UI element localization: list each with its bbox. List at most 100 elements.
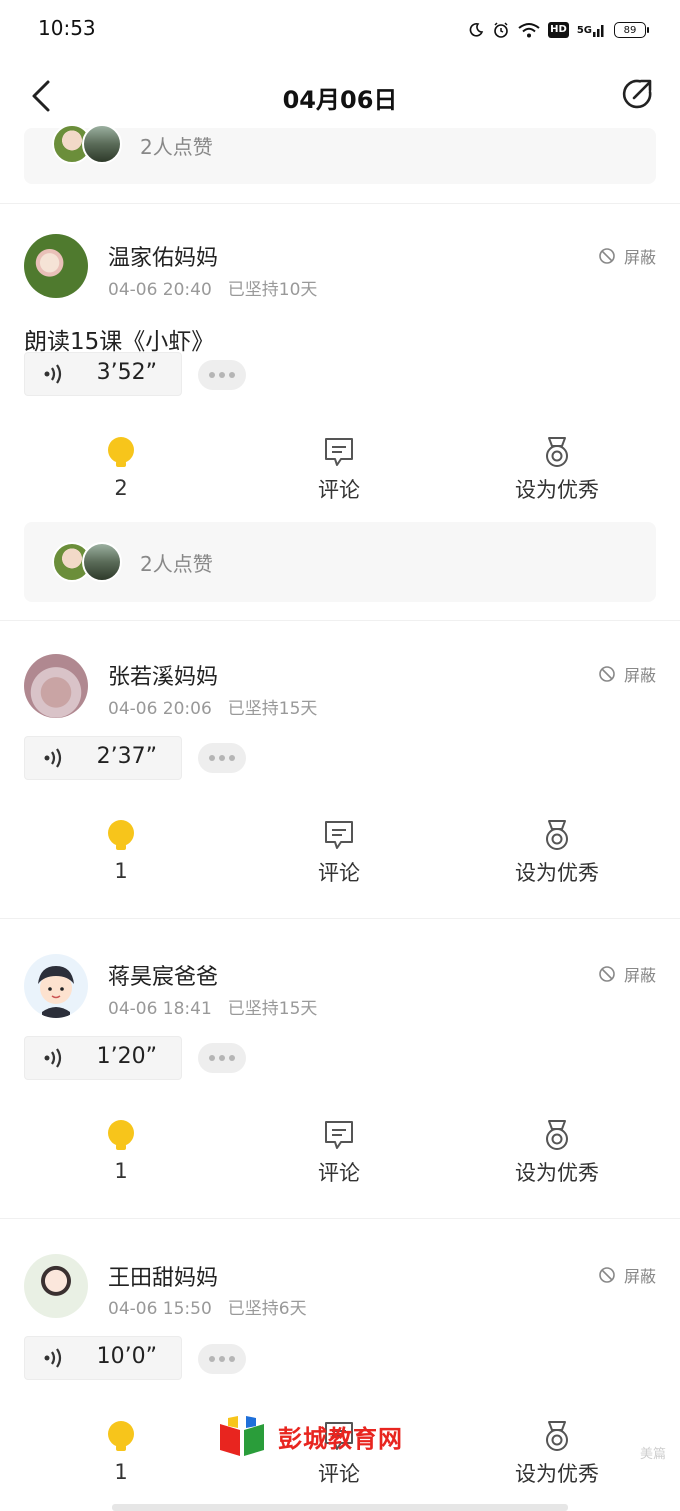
divider [0, 620, 680, 621]
header: 04月06日 [0, 60, 680, 132]
set-excellent-label: 设为优秀 [515, 861, 599, 885]
post-time: 04-06 20:40 [108, 280, 212, 300]
avatar[interactable] [24, 654, 88, 718]
like-button[interactable]: 1 [41, 1420, 201, 1484]
set-excellent-button[interactable]: 设为优秀 [477, 1119, 637, 1187]
avatar[interactable] [24, 1254, 88, 1318]
status-bar: 10:53 HD 5G 89 [0, 0, 680, 60]
watermark: 彭城教育网 [216, 1414, 403, 1458]
post-meta: 04-06 20:06 已坚持15天 [108, 694, 317, 719]
like-button[interactable]: 2 [41, 436, 201, 500]
comment-label: 评论 [318, 861, 360, 885]
share-icon [622, 79, 652, 109]
post-meta: 04-06 20:40 已坚持10天 [108, 275, 317, 300]
hd-badge: HD [548, 22, 569, 38]
block-icon [599, 1267, 615, 1283]
home-indicator[interactable] [112, 1504, 568, 1511]
block-button[interactable]: 屏蔽 [598, 1263, 656, 1287]
likes-count-text: 2人点赞 [140, 552, 213, 576]
comment-icon [325, 438, 353, 466]
voice-player[interactable]: 3’52” [24, 352, 182, 396]
post-text: 朗读15课《小虾》 [24, 329, 215, 355]
author-name[interactable]: 蒋昊宸爸爸 [108, 959, 218, 991]
more-dots-icon[interactable] [198, 1043, 246, 1073]
set-excellent-button[interactable]: 设为优秀 [477, 819, 637, 887]
share-button[interactable] [620, 76, 656, 112]
signal-icon: 5G [577, 22, 606, 38]
block-button[interactable]: 屏蔽 [598, 962, 656, 986]
medal-icon [546, 820, 568, 850]
comment-label: 评论 [318, 478, 360, 502]
voice-wave-icon [44, 1048, 62, 1068]
block-label: 屏蔽 [623, 1267, 656, 1286]
more-dots-icon[interactable] [198, 1344, 246, 1374]
lightbulb-icon [108, 437, 134, 467]
block-icon [599, 248, 615, 264]
author-name[interactable]: 王田甜妈妈 [108, 1260, 218, 1292]
voice-wave-icon [44, 364, 62, 384]
battery-level: 89 [623, 24, 637, 36]
comment-icon [325, 1121, 353, 1149]
streak-days: 已坚持15天 [227, 999, 318, 1019]
streak-days: 已坚持10天 [227, 280, 318, 300]
voice-duration: 1’20” [96, 1044, 157, 1069]
voice-duration: 10’0” [96, 1344, 157, 1369]
set-excellent-button[interactable]: 设为优秀 [477, 436, 637, 504]
voice-wave-icon [44, 1348, 62, 1368]
like-count: 1 [114, 1460, 128, 1484]
network-type: 5G [576, 24, 592, 36]
divider [0, 918, 680, 919]
voice-player[interactable]: 1’20” [24, 1036, 182, 1080]
voice-duration: 2’37” [96, 744, 157, 769]
post-time: 04-06 18:41 [108, 999, 212, 1019]
like-count: 1 [114, 1159, 128, 1183]
voice-player[interactable]: 10’0” [24, 1336, 182, 1380]
block-label: 屏蔽 [623, 248, 656, 267]
divider [0, 1218, 680, 1219]
voice-player[interactable]: 2’37” [24, 736, 182, 780]
lightbulb-icon [108, 1120, 134, 1150]
like-button[interactable]: 1 [41, 819, 201, 883]
set-excellent-label: 设为优秀 [515, 1462, 599, 1486]
more-dots-icon[interactable] [198, 743, 246, 773]
avatar[interactable] [82, 542, 122, 582]
comment-button[interactable]: 评论 [259, 436, 419, 504]
medal-icon [546, 1421, 568, 1451]
avatar[interactable] [82, 124, 122, 164]
likes-summary: 2人点赞 [24, 522, 656, 602]
block-label: 屏蔽 [623, 966, 656, 985]
comment-label: 评论 [318, 1161, 360, 1185]
post-time: 04-06 15:50 [108, 1299, 212, 1319]
avatar[interactable] [24, 954, 88, 1018]
post-meta: 04-06 18:41 已坚持15天 [108, 994, 317, 1019]
book-logo-icon [220, 1416, 264, 1456]
post-meta: 04-06 15:50 已坚持6天 [108, 1294, 307, 1319]
like-button[interactable]: 1 [41, 1119, 201, 1183]
like-avatars [52, 124, 122, 164]
streak-days: 已坚持15天 [227, 699, 318, 719]
set-excellent-label: 设为优秀 [515, 1161, 599, 1185]
avatar[interactable] [24, 234, 88, 298]
status-time: 10:53 [38, 16, 96, 40]
author-name[interactable]: 温家佑妈妈 [108, 240, 218, 272]
comment-icon [325, 821, 353, 849]
block-button[interactable]: 屏蔽 [598, 244, 656, 268]
block-button[interactable]: 屏蔽 [598, 662, 656, 686]
wifi-icon [518, 22, 540, 38]
watermark-text: 彭城教育网 [278, 1423, 403, 1453]
block-label: 屏蔽 [623, 666, 656, 685]
more-dots-icon[interactable] [198, 360, 246, 390]
set-excellent-label: 设为优秀 [515, 478, 599, 502]
voice-duration: 3’52” [96, 360, 157, 385]
moon-icon [468, 22, 484, 38]
medal-icon [546, 1120, 568, 1150]
author-name[interactable]: 张若溪妈妈 [108, 659, 218, 691]
medal-icon [546, 437, 568, 467]
comment-button[interactable]: 评论 [259, 819, 419, 887]
alarm-icon [492, 21, 510, 39]
comment-button[interactable]: 评论 [259, 1119, 419, 1187]
lightbulb-icon [108, 1421, 134, 1451]
set-excellent-button[interactable]: 设为优秀 [477, 1420, 637, 1488]
likes-count-text: 2人点赞 [140, 135, 213, 159]
comment-label: 评论 [318, 1462, 360, 1486]
